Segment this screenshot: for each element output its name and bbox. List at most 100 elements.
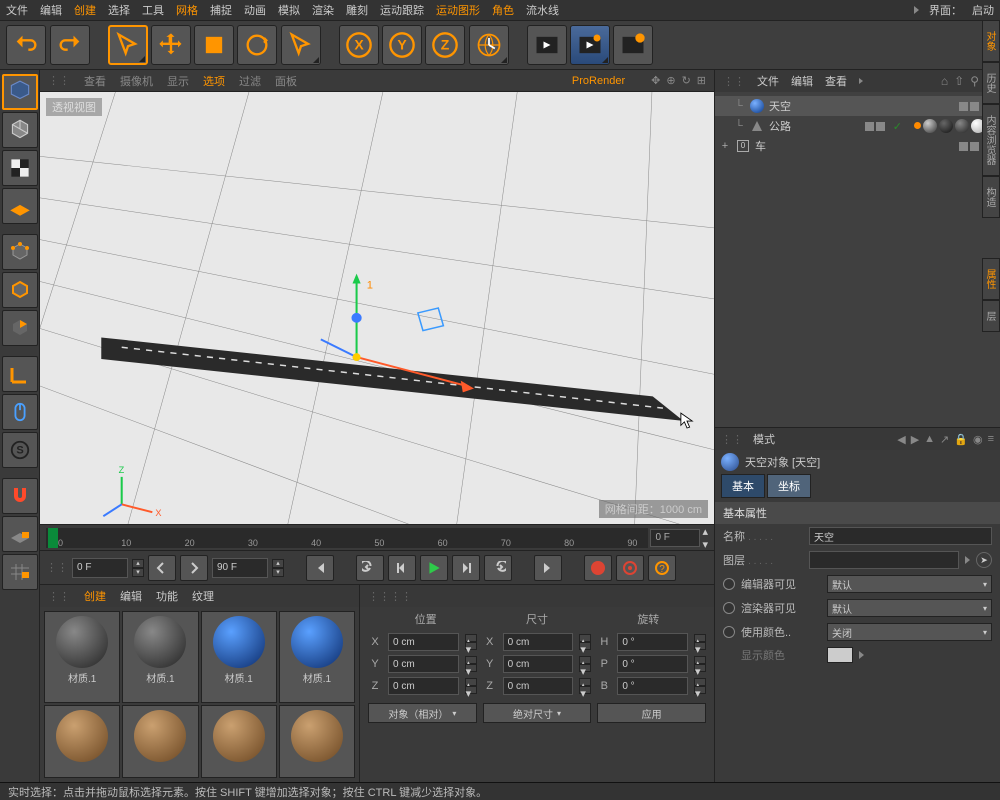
key-options-button[interactable]: ? <box>648 555 676 581</box>
vp-camera[interactable]: 摄像机 <box>120 73 153 89</box>
range-next-button[interactable] <box>180 555 208 581</box>
rot-spinner[interactable]: ▴▾ <box>694 656 706 672</box>
material-1[interactable]: 材质.1 <box>122 611 198 703</box>
model-mode-button[interactable] <box>2 74 38 110</box>
pos-input[interactable]: 0 cm <box>388 655 459 673</box>
select-tool[interactable] <box>108 25 148 65</box>
editor-vis-radio[interactable] <box>723 578 735 590</box>
end-spinner[interactable]: ▴▾ <box>272 559 284 577</box>
redo-button[interactable] <box>50 25 90 65</box>
polys-button[interactable] <box>2 310 38 346</box>
menu-anim[interactable]: 动画 <box>244 2 266 18</box>
prev-frame-button[interactable] <box>388 555 416 581</box>
render-vis-dropdown[interactable]: 默认▾ <box>827 599 992 617</box>
vp-layout-icon[interactable]: ⊞ <box>697 74 706 87</box>
tab-coords[interactable]: 坐标 <box>767 474 811 498</box>
material-0[interactable]: 材质.1 <box>44 611 120 703</box>
mat-edit[interactable]: 编辑 <box>120 588 142 604</box>
goto-start-button[interactable] <box>306 555 334 581</box>
viewport-3d[interactable]: 透视视图 <box>40 92 714 524</box>
material-6[interactable] <box>201 705 277 778</box>
layer-expand-icon[interactable] <box>965 556 970 564</box>
visibility-dots[interactable] <box>865 122 885 131</box>
size-spinner[interactable]: ▴▾ <box>579 678 591 694</box>
attr-eye-icon[interactable]: ◉ <box>973 433 983 446</box>
attr-new-icon[interactable]: ↗ <box>940 433 949 446</box>
material-7[interactable] <box>279 705 355 778</box>
apply-button[interactable]: 应用 <box>597 703 706 723</box>
texture-button[interactable] <box>2 150 38 186</box>
prorender-label[interactable]: ProRender <box>572 75 625 87</box>
rotate-tool[interactable] <box>237 25 277 65</box>
menu-select[interactable]: 选择 <box>108 2 130 18</box>
obj-more-icon[interactable] <box>859 78 863 84</box>
obj-home-icon[interactable]: ⌂ <box>941 74 948 88</box>
render-settings-button[interactable] <box>613 25 653 65</box>
menu-pipeline[interactable]: 流水线 <box>526 2 559 18</box>
vp-display[interactable]: 显示 <box>167 73 189 89</box>
next-key-button[interactable] <box>484 555 512 581</box>
material-3[interactable]: 材质.1 <box>279 611 355 703</box>
material-4[interactable] <box>44 705 120 778</box>
pos-input[interactable]: 0 cm <box>388 633 459 651</box>
use-color-dropdown[interactable]: 关闭▾ <box>827 623 992 641</box>
attr-fwd-icon[interactable]: ▶ <box>911 433 919 446</box>
editor-vis-dropdown[interactable]: 默认▾ <box>827 575 992 593</box>
vp-orbit-icon[interactable]: ↻ <box>682 74 691 87</box>
pos-spinner[interactable]: ▴▾ <box>465 678 477 694</box>
tab-basic[interactable]: 基本 <box>721 474 765 498</box>
enable-icon[interactable]: ✓ <box>893 120 902 133</box>
render-view-button[interactable] <box>527 25 567 65</box>
undo-button[interactable] <box>6 25 46 65</box>
mat-func[interactable]: 功能 <box>156 588 178 604</box>
timeline-ruler[interactable]: 0102030405060708090 <box>46 528 648 548</box>
menu-create[interactable]: 创建 <box>74 2 96 18</box>
size-spinner[interactable]: ▴▾ <box>579 656 591 672</box>
edges-button[interactable] <box>2 272 38 308</box>
axis-mode-button[interactable] <box>2 356 38 392</box>
side-tab-history[interactable]: 历史 <box>982 62 1000 104</box>
side-tab-attrs[interactable]: 属性 <box>982 258 1000 300</box>
menu-character[interactable]: 角色 <box>492 2 514 18</box>
use-color-radio[interactable] <box>723 626 735 638</box>
obj-file[interactable]: 文件 <box>757 73 779 89</box>
attr-up-icon[interactable]: ▲ <box>924 433 935 446</box>
next-frame-button[interactable] <box>452 555 480 581</box>
obj-edit[interactable]: 编辑 <box>791 73 813 89</box>
locked-workplane-button[interactable] <box>2 516 38 552</box>
size-input[interactable]: 0 cm <box>503 655 574 673</box>
end-frame[interactable]: 90 F <box>212 558 268 578</box>
timeline-marker[interactable] <box>48 528 58 548</box>
attr-lock-icon[interactable]: 🔒 <box>954 433 968 446</box>
size-spinner[interactable]: ▴▾ <box>579 634 591 650</box>
rot-spinner[interactable]: ▴▾ <box>694 678 706 694</box>
menu-snap[interactable]: 捕捉 <box>210 2 232 18</box>
side-tab-layers[interactable]: 层 <box>982 300 1000 332</box>
obj-rel-dropdown[interactable]: 对象（相对） ▾ <box>368 703 477 723</box>
size-input[interactable]: 0 cm <box>503 677 574 695</box>
pos-spinner[interactable]: ▴▾ <box>465 634 477 650</box>
pos-input[interactable]: 0 cm <box>388 677 459 695</box>
obj-up-icon[interactable]: ⇧ <box>954 74 964 88</box>
obj-search-icon[interactable]: ⚲ <box>970 74 979 88</box>
layout-value[interactable]: 启动 <box>972 2 994 18</box>
menu-render[interactable]: 渲染 <box>312 2 334 18</box>
attr-mode[interactable]: 模式 <box>753 431 775 447</box>
attr-back-icon[interactable]: ◀ <box>897 433 905 446</box>
menu-sculpt[interactable]: 雕刻 <box>346 2 368 18</box>
material-2[interactable]: 材质.1 <box>201 611 277 703</box>
mat-create[interactable]: 创建 <box>84 588 106 604</box>
object-row-公路[interactable]: └公路✓ <box>715 116 1000 136</box>
expand-icon[interactable] <box>914 6 919 14</box>
layer-input[interactable] <box>809 551 959 569</box>
cube-button[interactable] <box>2 112 38 148</box>
side-tab-struct[interactable]: 构造 <box>982 176 1000 218</box>
menu-track[interactable]: 运动跟踪 <box>380 2 424 18</box>
layer-pick-icon[interactable]: ➤ <box>976 552 992 568</box>
menu-file[interactable]: 文件 <box>6 2 28 18</box>
rot-input[interactable]: 0 ° <box>617 655 688 673</box>
menu-tools[interactable]: 工具 <box>142 2 164 18</box>
object-row-车[interactable]: +0车✓ <box>715 136 1000 156</box>
color-expand-icon[interactable] <box>859 651 864 659</box>
vp-panel[interactable]: 面板 <box>275 73 297 89</box>
